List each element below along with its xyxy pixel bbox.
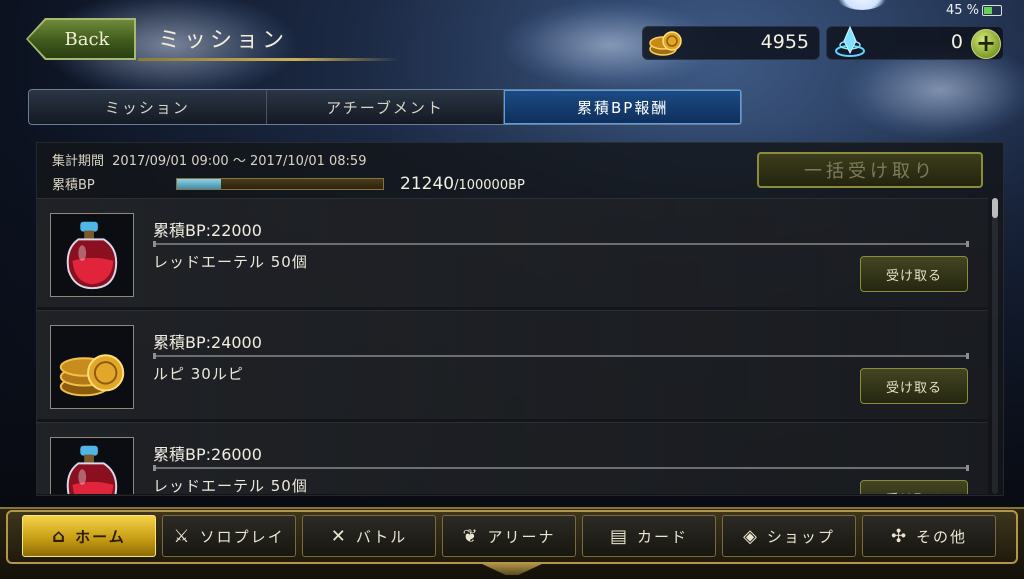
shop-icon: ◈: [743, 525, 759, 547]
reward-name: レッドエーテル 50個: [153, 477, 308, 494]
reward-row: 累積BP:26000 レッドエーテル 50個 受け取る: [36, 422, 988, 494]
back-button-label: Back: [64, 28, 110, 50]
moon-decoration: [832, 0, 892, 10]
list-scrollbar[interactable]: [992, 198, 998, 494]
row-divider: [153, 465, 969, 471]
tab-mission[interactable]: ミッション: [29, 90, 267, 124]
reward-bp-threshold: 累積BP:26000: [153, 445, 262, 464]
cumulative-bp-label: 累積BP: [52, 178, 95, 193]
rupee-coins-icon: [649, 31, 682, 56]
scrollbar-thumb[interactable]: [992, 198, 998, 218]
others-icon: ✣: [890, 525, 909, 547]
reward-row: 累積BP:22000 レッドエーテル 50個 受け取る: [36, 198, 988, 307]
bp-progress-bar: [176, 178, 384, 190]
cards-icon: ▤: [609, 525, 629, 547]
period-label: 集計期間: [52, 154, 105, 169]
page-title: ミッション: [158, 28, 289, 53]
bp-value: 21240/100000BP: [400, 174, 525, 194]
nav-shop[interactable]: ◈ ショップ: [722, 515, 856, 557]
bp-total: /100000BP: [454, 178, 525, 193]
claim-button[interactable]: 受け取る: [860, 480, 968, 494]
reward-thumbnail: [50, 437, 134, 494]
battery-indicator: 45 %: [946, 3, 1002, 18]
reward-row: 累積BP:24000 ルピ 30ルピ 受け取る: [36, 310, 988, 419]
crystal-currency: 0 +: [826, 25, 1004, 60]
reward-name: ルピ 30ルピ: [153, 365, 244, 383]
tab-cumulative-bp-rewards[interactable]: 累積BP報酬: [504, 90, 742, 124]
nav-cards[interactable]: ▤ カード: [582, 515, 716, 557]
back-button[interactable]: Back: [28, 20, 134, 58]
tab-achievement[interactable]: アチーブメント: [267, 90, 505, 124]
gold-currency: 4955: [642, 26, 820, 60]
crystal-value: 0: [950, 31, 963, 53]
nav-arena[interactable]: ❦ アリーナ: [442, 515, 576, 557]
reward-bp-threshold: 累積BP:22000: [153, 221, 262, 240]
row-divider: [153, 353, 969, 359]
add-crystal-button[interactable]: +: [971, 29, 1001, 59]
claim-button[interactable]: 受け取る: [860, 368, 968, 404]
aggregation-period: 集計期間 2017/09/01 09:00 〜 2017/10/01 08:59: [52, 150, 366, 169]
claim-button[interactable]: 受け取る: [860, 256, 968, 292]
nav-label: ホーム: [75, 527, 126, 546]
crystal-icon: [835, 25, 865, 57]
home-icon: ⌂: [52, 525, 68, 547]
red-ether-bottle-icon: [51, 214, 133, 296]
bulk-claim-button[interactable]: 一括受け取り: [757, 152, 983, 188]
nav-label: アリーナ: [487, 527, 556, 546]
nav-label: バトル: [355, 527, 408, 546]
red-ether-bottle-icon: [51, 438, 133, 494]
crossed-swords-icon: ✕: [330, 525, 348, 547]
nav-label: その他: [916, 527, 968, 546]
bp-progress-fill: [177, 179, 221, 189]
bp-current: 21240: [400, 174, 455, 194]
reward-list: 累積BP:22000 レッドエーテル 50個 受け取る 累積BP:24000 ル…: [36, 198, 988, 494]
row-divider: [153, 241, 969, 247]
arena-wreath-icon: ❦: [462, 525, 480, 547]
nav-solo-play[interactable]: ⚔ ソロプレイ: [162, 515, 296, 557]
battery-icon: [982, 5, 1002, 16]
mission-tabs: ミッション アチーブメント 累積BP報酬: [28, 89, 742, 125]
reward-thumbnail: [50, 213, 134, 297]
nav-label: ショップ: [766, 527, 835, 546]
battery-percent: 45 %: [945, 3, 979, 18]
rupee-coins-icon: [51, 326, 133, 408]
period-value: 2017/09/01 09:00 〜 2017/10/01 08:59: [112, 154, 367, 169]
reward-name: レッドエーテル 50個: [153, 253, 308, 271]
nav-home[interactable]: ⌂ ホーム: [22, 515, 156, 557]
nav-label: ソロプレイ: [199, 527, 285, 546]
reward-bp-threshold: 累積BP:24000: [153, 333, 262, 352]
solo-play-icon: ⚔: [173, 525, 192, 547]
title-underline: [138, 58, 400, 61]
reward-thumbnail: [50, 325, 134, 409]
nav-label: カード: [637, 527, 689, 546]
nav-others[interactable]: ✣ その他: [862, 515, 996, 557]
gold-value: 4955: [760, 31, 809, 53]
nav-battle[interactable]: ✕ バトル: [302, 515, 436, 557]
